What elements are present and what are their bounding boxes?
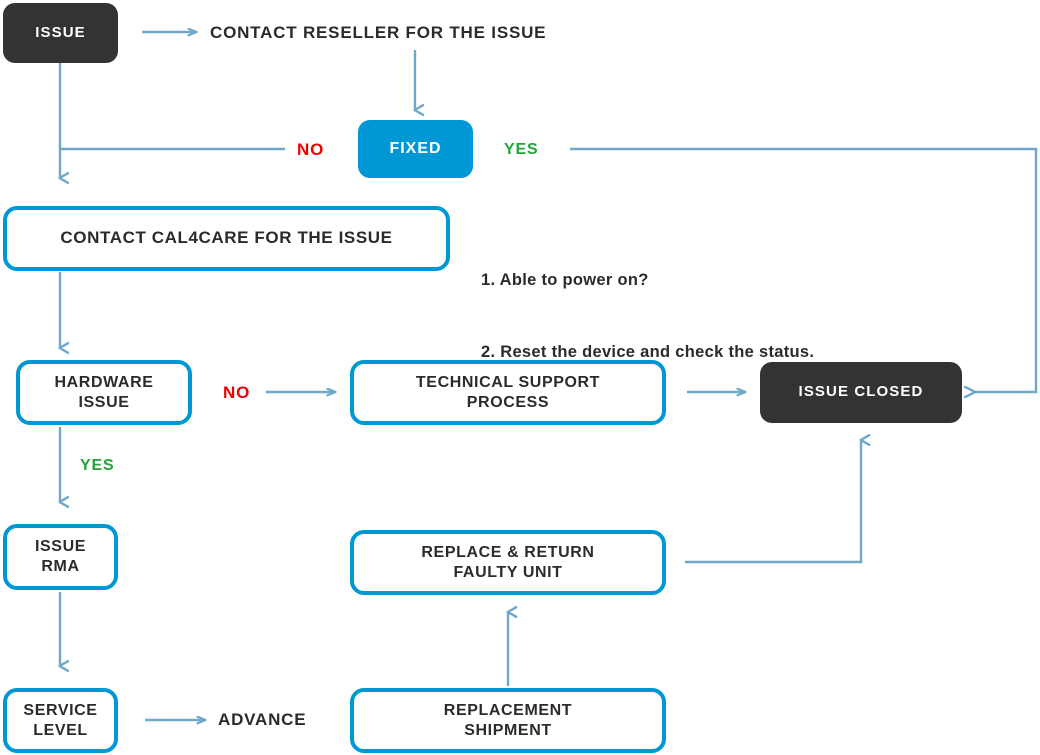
connector-replace-to-closed — [685, 434, 871, 564]
node-replace-return-faulty-unit[interactable]: REPLACE & RETURN FAULTY UNIT — [350, 530, 666, 595]
node-service-level-label-line1: SERVICE — [23, 701, 98, 719]
node-contact-cal4care-label: CONTACT CAL4CARE FOR THE ISSUE — [60, 228, 393, 248]
node-hardware-issue-label-line1: HARDWARE — [54, 373, 154, 391]
node-issue-rma-label-line1: ISSUE — [34, 538, 86, 556]
node-replacement-shipment-label-line1: REPLACEMENT — [443, 701, 573, 719]
label-no-fixed: NO — [297, 140, 325, 159]
node-hardware-issue[interactable]: HARDWARE ISSUE — [16, 360, 192, 425]
node-issue-rma[interactable]: ISSUE RMA — [3, 524, 118, 590]
node-issue-closed-label: ISSUE CLOSED — [798, 383, 924, 401]
node-hardware-issue-label-line2: ISSUE — [78, 393, 130, 411]
node-fixed-label: FIXED — [389, 140, 442, 158]
label-no-hardware: NO — [223, 383, 251, 402]
node-issue-rma-label-line2: RMA — [41, 558, 80, 575]
label-contact-reseller: CONTACT RESELLER FOR THE ISSUE — [210, 23, 547, 42]
node-replace-return-label-line1: REPLACE & RETURN — [421, 543, 595, 561]
node-replace-return-label-line2: FAULTY UNIT — [453, 563, 563, 581]
flowchart-canvas: ISSUE CONTACT RESELLER FOR THE ISSUE FIX… — [0, 0, 1040, 755]
node-service-level-label-line2: LEVEL — [33, 721, 88, 739]
label-yes-hardware: YES — [80, 457, 115, 474]
node-technical-support-process[interactable]: TECHNICAL SUPPORT PROCESS — [350, 360, 666, 425]
node-issue-closed[interactable]: ISSUE CLOSED — [760, 362, 962, 423]
node-contact-cal4care[interactable]: CONTACT CAL4CARE FOR THE ISSUE — [3, 206, 450, 271]
label-advance: ADVANCE — [218, 710, 307, 729]
node-replacement-shipment-label-line2: SHIPMENT — [464, 721, 552, 739]
node-service-level[interactable]: SERVICE LEVEL — [3, 688, 118, 753]
node-technical-support-label-line1: TECHNICAL SUPPORT — [415, 373, 601, 391]
node-fixed[interactable]: FIXED — [358, 120, 473, 178]
node-issue[interactable]: ISSUE — [3, 3, 118, 63]
node-issue-label: ISSUE — [35, 23, 86, 41]
label-yes-fixed: YES — [504, 141, 539, 158]
note-line-1: 1. Able to power on? — [481, 270, 649, 289]
node-replacement-shipment[interactable]: REPLACEMENT SHIPMENT — [350, 688, 666, 753]
node-technical-support-label-line2: PROCESS — [466, 393, 550, 411]
